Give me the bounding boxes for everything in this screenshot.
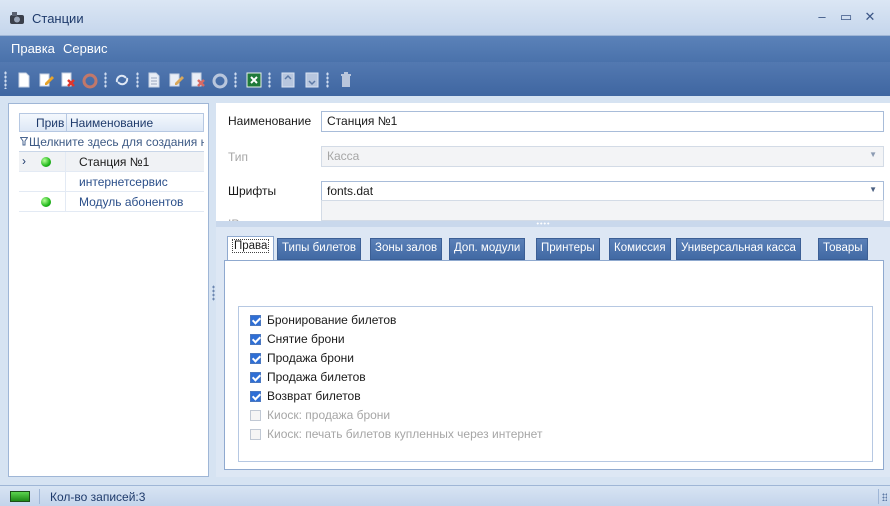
toolbar-grip[interactable] — [4, 71, 7, 89]
station-name: Модуль абонентов — [79, 195, 184, 209]
checkbox[interactable] — [250, 334, 261, 345]
ip-field — [321, 200, 884, 221]
app-icon — [10, 12, 24, 24]
active-status-icon — [41, 197, 51, 207]
fonts-select[interactable]: fonts.dat ▼ — [321, 181, 884, 202]
chevron-down-icon: ▼ — [869, 150, 877, 159]
move-up-icon[interactable] — [278, 70, 298, 90]
tab-ticket-types[interactable]: Типы билетов — [277, 238, 362, 260]
name-field[interactable]: Станция №1 — [321, 111, 884, 132]
right-label: Возврат билетов — [267, 389, 361, 403]
table-row[interactable]: Модуль абонентов — [19, 192, 204, 212]
checkbox[interactable] — [250, 353, 261, 364]
grid-header: Прив Наименование — [19, 113, 204, 132]
new-row[interactable]: Щелкните здесь для создания новой строки — [19, 132, 204, 152]
column-header-name[interactable]: Наименование — [70, 116, 153, 130]
tab-strip: Права Типы билетов Зоны залов Доп. модул… — [227, 236, 887, 261]
checkbox[interactable] — [250, 372, 261, 383]
right-label: Продажа брони — [267, 351, 354, 365]
type-select: Касса ▼ — [321, 146, 884, 167]
checkbox — [250, 410, 261, 421]
table-row[interactable]: интернетсервис — [19, 172, 204, 192]
close-button[interactable]: ✕ — [858, 6, 882, 28]
status-divider — [39, 489, 40, 504]
tab-goods[interactable]: Товары — [818, 238, 868, 260]
edit-icon[interactable] — [166, 70, 186, 90]
status-indicator-icon — [10, 491, 30, 502]
status-bar: Кол-во записей:3 — [0, 485, 890, 506]
window-title: Станции — [32, 11, 84, 26]
stations-panel: Прив Наименование Щелкните здесь для соз… — [8, 103, 209, 477]
checkbox — [250, 429, 261, 440]
right-label: Продажа билетов — [267, 370, 366, 384]
chevron-down-icon[interactable]: ▼ — [869, 185, 877, 194]
toolbar-separator — [136, 72, 139, 88]
tab-page-prava: Бронирование билетов Снятие брони Продаж… — [224, 260, 884, 470]
new-row-hint: Щелкните здесь для создания новой строки — [29, 135, 204, 149]
rights-checklist: Бронирование билетов Снятие брони Продаж… — [238, 306, 873, 462]
toolbar-separator — [234, 72, 237, 88]
column-divider — [66, 114, 67, 132]
excel-export-icon[interactable] — [244, 70, 264, 90]
row-indicator-icon: › — [22, 154, 26, 168]
table-row[interactable]: › Станция №1 — [19, 152, 204, 172]
undo-icon[interactable] — [210, 70, 230, 90]
column-divider — [65, 152, 66, 172]
delete-icon[interactable] — [58, 70, 78, 90]
new-icon[interactable] — [144, 70, 164, 90]
refresh-icon[interactable] — [112, 70, 132, 90]
resize-grip-icon[interactable] — [878, 489, 888, 504]
column-divider — [65, 172, 66, 192]
splitter-grip — [536, 222, 550, 225]
menu-bar: Правка Сервис — [0, 36, 890, 62]
toolbar-separator — [268, 72, 271, 88]
toolbar-separator — [326, 72, 329, 88]
fonts-label: Шрифты — [228, 184, 277, 198]
name-value: Станция №1 — [327, 114, 398, 128]
record-count: Кол-во записей:3 — [50, 490, 146, 504]
tab-label: Права — [232, 239, 270, 253]
menu-edit[interactable]: Правка — [11, 41, 55, 56]
tab-extra-modules[interactable]: Доп. модули — [449, 238, 526, 260]
trash-icon[interactable] — [336, 70, 356, 90]
tab-universal-cashier[interactable]: Универсальная касса — [676, 238, 801, 260]
menu-service[interactable]: Сервис — [63, 41, 108, 56]
edit-icon[interactable] — [36, 70, 56, 90]
toolbar — [0, 62, 890, 96]
move-down-icon[interactable] — [302, 70, 322, 90]
station-name: интернетсервис — [79, 175, 168, 189]
right-label: Киоск: продажа брони — [267, 408, 391, 422]
tab-commission[interactable]: Комиссия — [609, 238, 671, 260]
toolbar-separator — [104, 72, 107, 88]
active-status-icon — [41, 157, 51, 167]
type-label: Тип — [228, 150, 249, 164]
right-label: Бронирование билетов — [267, 313, 397, 327]
filter-icon — [20, 137, 28, 146]
minimize-button[interactable]: – — [810, 6, 834, 28]
right-label: Киоск: печать билетов купленных через ин… — [267, 427, 543, 441]
tabs-area: Права Типы билетов Зоны залов Доп. модул… — [216, 227, 890, 477]
column-divider — [65, 192, 66, 212]
right-label: Снятие брони — [267, 332, 345, 346]
splitter-grip — [212, 285, 215, 301]
name-label: Наименование — [228, 114, 312, 128]
column-header-priv[interactable]: Прив — [36, 116, 64, 130]
checkbox[interactable] — [250, 315, 261, 326]
delete-icon[interactable] — [188, 70, 208, 90]
maximize-button[interactable]: ▭ — [834, 6, 858, 28]
type-value: Касса — [327, 149, 360, 163]
checkbox[interactable] — [250, 391, 261, 402]
fonts-value: fonts.dat — [327, 184, 374, 198]
undo-icon[interactable] — [80, 70, 100, 90]
station-name: Станция №1 — [79, 155, 150, 169]
title-bar: Станции – ▭ ✕ — [0, 0, 890, 36]
new-icon[interactable] — [14, 70, 34, 90]
tab-prava[interactable]: Права — [227, 236, 275, 261]
tab-hall-zones[interactable]: Зоны залов — [370, 238, 443, 260]
tab-printers[interactable]: Принтеры — [536, 238, 600, 260]
